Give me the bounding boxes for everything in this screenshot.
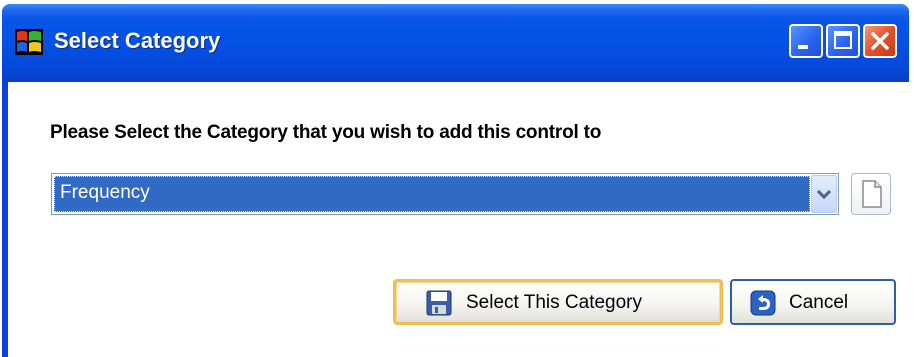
selected-category[interactable]: Frequency: [54, 176, 810, 212]
minimize-button[interactable]: [789, 24, 823, 58]
cancel-button-label: Cancel: [789, 292, 849, 313]
close-button[interactable]: [863, 24, 897, 58]
cancel-button[interactable]: Cancel: [730, 279, 896, 325]
dropdown-button[interactable]: [811, 175, 837, 213]
screen: Select Category Please Select the Catego…: [0, 0, 914, 357]
select-category-button[interactable]: Select This Category: [393, 279, 723, 325]
minimize-icon: [798, 45, 808, 49]
windows-flag-icon: [14, 27, 44, 57]
dialog-body: Please Select the Category that you wish…: [8, 82, 911, 357]
maximize-icon: [834, 31, 852, 49]
instruction-label: Please Select the Category that you wish…: [50, 122, 602, 143]
maximize-button[interactable]: [826, 24, 860, 58]
chevron-down-icon: [816, 189, 832, 200]
select-button-label: Select This Category: [466, 292, 643, 313]
dialog-window: Select Category Please Select the Catego…: [2, 4, 911, 357]
title-bar[interactable]: Select Category: [2, 4, 909, 82]
close-icon: [871, 32, 889, 50]
category-select[interactable]: Frequency: [51, 173, 839, 215]
window-title: Select Category: [54, 28, 221, 53]
save-disk-icon: [426, 290, 452, 316]
back-arrow-icon: [750, 290, 776, 316]
new-category-button[interactable]: [851, 173, 891, 215]
new-document-icon: [862, 180, 882, 208]
